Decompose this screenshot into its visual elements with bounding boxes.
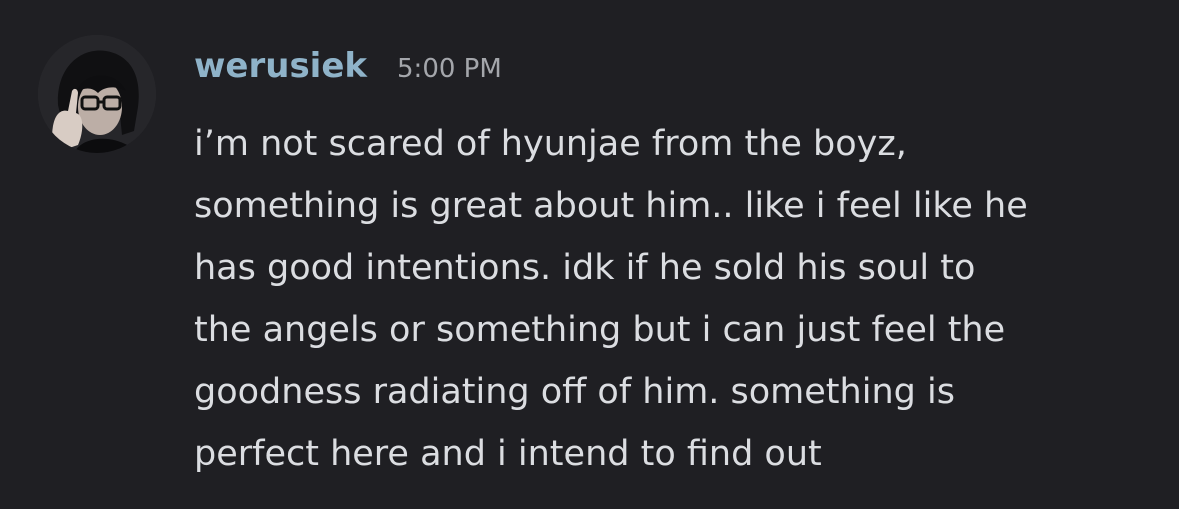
message-line: perfect here and i intend to find out (194, 434, 822, 474)
message-line: has good intentions. idk if he sold his … (194, 248, 976, 288)
message-header: werusiek 5:00 PM (194, 46, 502, 86)
chat-message: werusiek 5:00 PM i’m not scared of hyunj… (0, 0, 1179, 509)
message-line: the angels or something but i can just f… (194, 310, 1006, 350)
message-line: goodness radiating off of him. something… (194, 372, 955, 412)
author-name[interactable]: werusiek (194, 46, 367, 86)
message-content: i’m not scared of hyunjae from the boyz,… (194, 113, 1154, 485)
message-line: i’m not scared of hyunjae from the boyz, (194, 124, 907, 164)
message-timestamp: 5:00 PM (397, 54, 502, 84)
avatar-photo-icon (38, 35, 156, 153)
message-line: something is great about him.. like i fe… (194, 186, 1028, 226)
user-avatar[interactable] (38, 35, 156, 153)
